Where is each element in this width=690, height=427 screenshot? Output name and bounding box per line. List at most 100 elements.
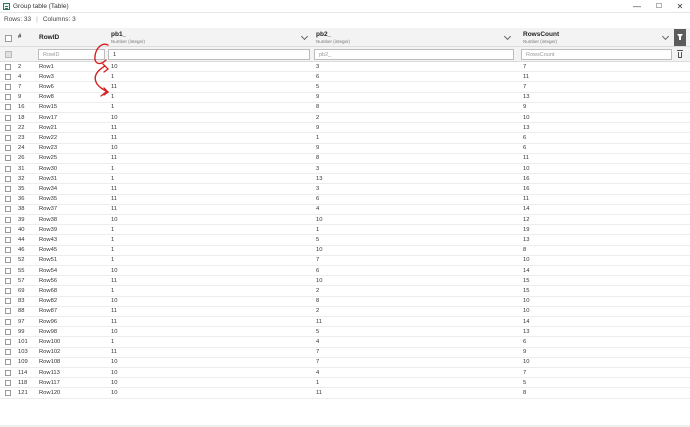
row-checkbox[interactable]: [5, 104, 11, 111]
rowid-cell: Row51: [39, 257, 58, 264]
table-row[interactable]: 57 Row56 11 10 15: [0, 276, 690, 287]
pb2-filter-input[interactable]: [314, 49, 514, 60]
row-checkbox[interactable]: [5, 134, 11, 141]
minimize-button[interactable]: —: [627, 0, 647, 13]
pb2-cell: 7: [316, 359, 320, 366]
rowscount-cell: 8: [523, 247, 527, 254]
row-checkbox[interactable]: [5, 338, 11, 345]
table-row[interactable]: 46 Row45 1 10 8: [0, 246, 690, 256]
table-row[interactable]: 2 Row1 10 3 7: [0, 62, 690, 73]
pb2-cell: 10: [316, 216, 323, 223]
table-row[interactable]: 23 Row22 11 1 6: [0, 133, 690, 144]
rowscount-column-title[interactable]: RowsCount: [523, 31, 559, 38]
table-row[interactable]: 101 Row100 1 4 6: [0, 337, 690, 348]
pb1-cell: 11: [111, 124, 118, 131]
table-row[interactable]: 99 Row98 10 5 13: [0, 327, 690, 338]
select-all-checkbox[interactable]: [5, 35, 12, 42]
row-checkbox[interactable]: [5, 226, 11, 233]
table-row[interactable]: 31 Row30 1 3 10: [0, 164, 690, 175]
table-row[interactable]: 52 Row51 1 7 10: [0, 256, 690, 266]
table-row[interactable]: 44 Row43 1 5 13: [0, 235, 690, 246]
table-row[interactable]: 121 Row120 10 11 8: [0, 388, 690, 399]
rowid-cell: Row38: [39, 216, 58, 223]
table-row[interactable]: 32 Row31 1 13 16: [0, 174, 690, 185]
row-checkbox[interactable]: [5, 165, 11, 172]
row-index-cell: 40: [18, 226, 25, 233]
funnel-icon[interactable]: [674, 29, 686, 46]
table-row[interactable]: 35 Row34 11 3 16: [0, 184, 690, 195]
table-row[interactable]: 39 Row38 10 10 12: [0, 215, 690, 226]
row-checkbox[interactable]: [5, 216, 11, 223]
table-row[interactable]: 18 Row17 10 2 10: [0, 113, 690, 124]
pb2-cell: 1: [316, 379, 320, 386]
table-row[interactable]: 7 Row6 11 5 7: [0, 82, 690, 93]
row-checkbox[interactable]: [5, 185, 11, 192]
close-button[interactable]: ✕: [670, 0, 690, 13]
row-checkbox[interactable]: [5, 145, 11, 152]
pb1-cell: 10: [111, 267, 118, 274]
table-row[interactable]: 69 Row68 1 2 15: [0, 286, 690, 297]
table-row[interactable]: 55 Row54 10 6 14: [0, 266, 690, 277]
pb1-column-title[interactable]: pb1_: [111, 31, 126, 38]
rowscount-cell: 14: [523, 267, 530, 274]
row-checkbox[interactable]: [5, 206, 11, 213]
trash-icon[interactable]: [677, 50, 683, 58]
table-row[interactable]: 88 Row87 11 2 10: [0, 307, 690, 317]
table-row[interactable]: 40 Row39 1 1 19: [0, 225, 690, 236]
pb1-filter-input[interactable]: [108, 49, 310, 60]
table-row[interactable]: 114 Row113 10 4 7: [0, 368, 690, 379]
row-checkbox[interactable]: [5, 277, 11, 284]
row-checkbox[interactable]: [5, 328, 11, 335]
rowscount-cell: 11: [523, 155, 530, 162]
table-row[interactable]: 22 Row21 11 9 13: [0, 123, 690, 134]
table-row[interactable]: 38 Row37 11 4 14: [0, 205, 690, 215]
rowid-cell: Row8: [39, 94, 54, 101]
row-checkbox[interactable]: [5, 73, 11, 80]
row-checkbox[interactable]: [5, 155, 11, 162]
table-row[interactable]: 118 Row117 10 1 5: [0, 378, 690, 389]
row-checkbox[interactable]: [5, 349, 11, 356]
row-index-cell: 2: [18, 63, 22, 70]
row-checkbox[interactable]: [5, 359, 11, 366]
table-row[interactable]: 103 Row102 11 7 9: [0, 348, 690, 358]
rowid-filter-input[interactable]: [38, 49, 105, 60]
row-checkbox[interactable]: [5, 247, 11, 254]
table-row[interactable]: 4 Row3 1 6 11: [0, 72, 690, 83]
row-checkbox[interactable]: [5, 369, 11, 376]
row-checkbox[interactable]: [5, 257, 11, 264]
table-row[interactable]: 97 Row96 11 11 14: [0, 317, 690, 328]
row-checkbox[interactable]: [5, 379, 11, 386]
table-row[interactable]: 83 Row82 10 8 10: [0, 297, 690, 307]
pb2-cell: 1: [316, 226, 320, 233]
row-checkbox[interactable]: [5, 83, 11, 90]
rowid-column-title[interactable]: RowID: [39, 34, 59, 41]
row-checkbox[interactable]: [5, 63, 11, 70]
rowscount-cell: 7: [523, 83, 527, 90]
row-checkbox[interactable]: [5, 287, 11, 294]
pb2-cell: 3: [316, 63, 320, 70]
row-checkbox[interactable]: [5, 298, 11, 305]
table-row[interactable]: 36 Row35 11 6 11: [0, 195, 690, 205]
row-checkbox[interactable]: [5, 94, 11, 101]
table-row[interactable]: 26 Row25 11 8 11: [0, 154, 690, 164]
pb2-column-title[interactable]: pb2_: [316, 31, 331, 38]
table-row[interactable]: 24 Row23 10 9 6: [0, 144, 690, 154]
row-checkbox[interactable]: [5, 389, 11, 396]
row-checkbox[interactable]: [5, 114, 11, 121]
table-row[interactable]: 9 Row8 1 9 13: [0, 93, 690, 103]
row-checkbox[interactable]: [5, 308, 11, 315]
row-checkbox[interactable]: [5, 318, 11, 325]
row-checkbox[interactable]: [5, 196, 11, 203]
rowscount-filter-input[interactable]: [521, 49, 672, 60]
row-checkbox[interactable]: [5, 236, 11, 243]
row-checkbox[interactable]: [5, 175, 11, 182]
row-checkbox[interactable]: [5, 267, 11, 274]
table-row[interactable]: 16 Row15 1 8 9: [0, 103, 690, 113]
pb2-cell: 3: [316, 185, 320, 192]
pb2-cell: 6: [316, 73, 320, 80]
row-checkbox[interactable]: [5, 124, 11, 131]
table-row[interactable]: 109 Row108 10 7 10: [0, 358, 690, 368]
row-index-cell: 114: [18, 369, 28, 376]
maximize-button[interactable]: ☐: [649, 0, 669, 13]
pb1-cell: 10: [111, 328, 118, 335]
